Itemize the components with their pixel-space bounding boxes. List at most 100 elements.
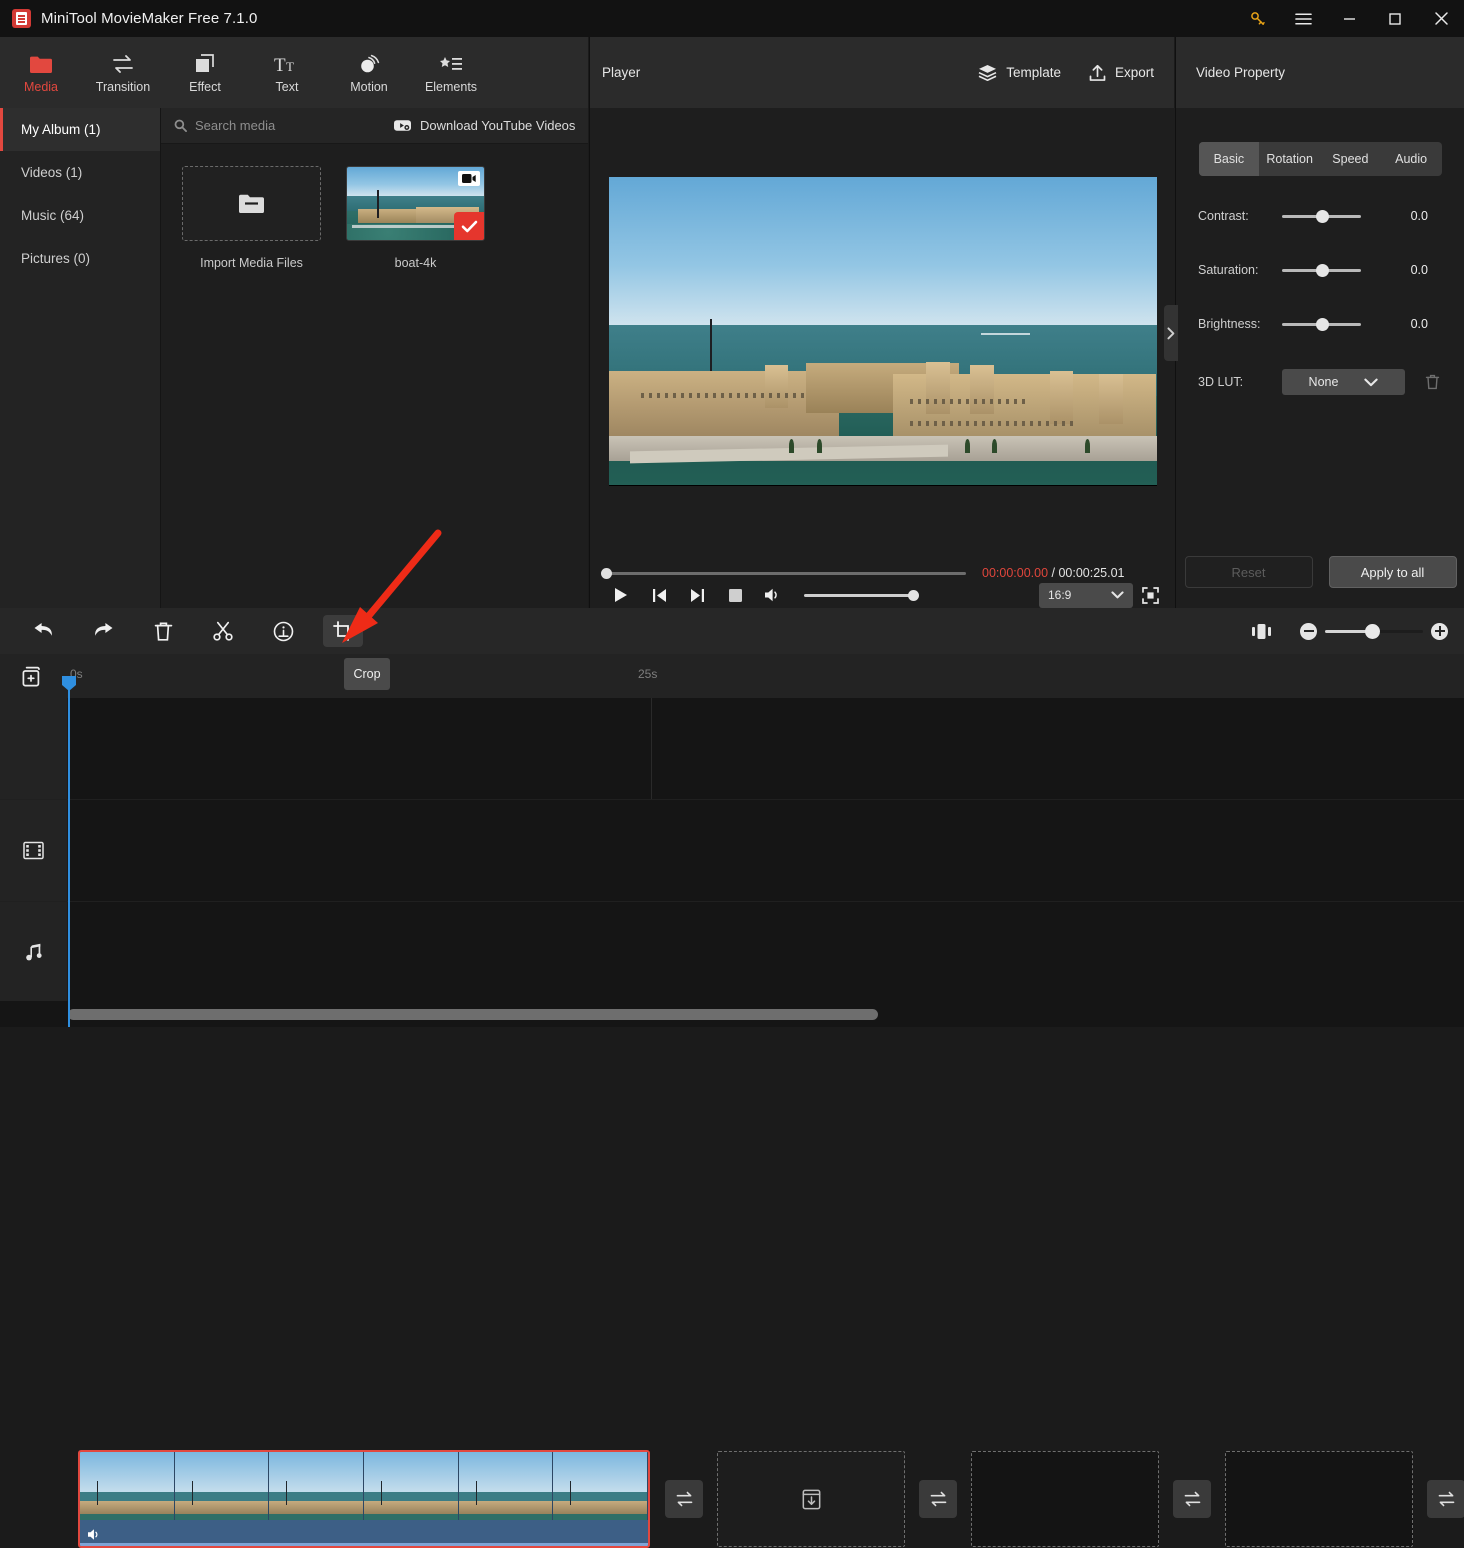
- play-button[interactable]: [602, 582, 640, 608]
- ribbon-tab-motion[interactable]: Motion: [328, 37, 410, 108]
- minimize-icon[interactable]: [1326, 0, 1372, 37]
- tab-speed[interactable]: Speed: [1320, 142, 1381, 176]
- album-item-pictures[interactable]: Pictures (0): [0, 237, 160, 280]
- key-icon[interactable]: [1234, 0, 1280, 37]
- split-button[interactable]: [203, 615, 243, 647]
- media-drop-slot-3[interactable]: [1225, 1451, 1413, 1547]
- video-frame: [608, 176, 1157, 486]
- transition-slot-1[interactable]: [665, 1480, 703, 1518]
- contrast-slider[interactable]: [1282, 209, 1361, 223]
- player-header: Player Template Export: [590, 37, 1174, 108]
- ribbon-tab-effect[interactable]: Effect: [164, 37, 246, 108]
- fit-timeline-icon[interactable]: [1244, 616, 1278, 646]
- aspect-ratio-value: 16:9: [1048, 588, 1072, 602]
- ribbon-tab-transition[interactable]: Transition: [82, 37, 164, 108]
- tab-rotation[interactable]: Rotation: [1259, 142, 1320, 176]
- close-icon[interactable]: [1418, 0, 1464, 37]
- album-item-videos[interactable]: Videos (1): [0, 151, 160, 194]
- editing-toolbar: [0, 608, 1464, 654]
- ribbon-tab-media[interactable]: Media: [0, 37, 82, 108]
- fullscreen-icon[interactable]: [1133, 582, 1167, 608]
- apply-label: Apply to all: [1360, 564, 1425, 580]
- seek-slider[interactable]: [601, 567, 966, 579]
- download-box-icon: [802, 1489, 821, 1510]
- text-track-row[interactable]: [0, 698, 1464, 800]
- ribbon-tab-elements[interactable]: Elements: [410, 37, 492, 108]
- brightness-handle[interactable]: [1316, 317, 1329, 331]
- trash-icon[interactable]: [1425, 374, 1440, 390]
- scrollbar-thumb[interactable]: [68, 1009, 878, 1020]
- lut-select[interactable]: None: [1282, 369, 1405, 395]
- media-drop-slot-2[interactable]: [971, 1451, 1159, 1547]
- stop-button[interactable]: [716, 582, 754, 608]
- album-label: Videos (1): [21, 165, 83, 180]
- import-media-files-button[interactable]: [182, 166, 321, 241]
- svg-text:T: T: [274, 55, 286, 74]
- timeline: 0s 25s: [0, 654, 1464, 1548]
- player-controls: 00:00:00.00 / 00:00:25.01 16:9: [590, 554, 1175, 608]
- seek-row: 00:00:00.00 / 00:00:25.01: [590, 562, 1175, 584]
- zoom-in-icon[interactable]: [1431, 622, 1448, 640]
- check-icon[interactable]: [454, 212, 484, 240]
- next-frame-button[interactable]: [678, 582, 716, 608]
- ribbon-tab-text[interactable]: T T Text: [246, 37, 328, 108]
- redo-button[interactable]: [83, 615, 123, 647]
- template-button[interactable]: Template: [978, 64, 1061, 81]
- export-button[interactable]: Export: [1089, 64, 1154, 82]
- media-thumbnail[interactable]: [346, 166, 485, 241]
- transition-arrows-icon: [111, 52, 135, 74]
- undo-button[interactable]: [23, 615, 63, 647]
- transition-slot-4[interactable]: [1427, 1480, 1464, 1518]
- add-track-icon[interactable]: [22, 666, 44, 687]
- saturation-slider[interactable]: [1282, 263, 1361, 277]
- volume-slider[interactable]: [804, 589, 919, 601]
- saturation-handle[interactable]: [1316, 263, 1329, 277]
- player-title: Player: [602, 65, 641, 80]
- album-item-my-album[interactable]: My Album (1): [0, 108, 160, 151]
- volume-handle[interactable]: [908, 589, 919, 601]
- maximize-icon[interactable]: [1372, 0, 1418, 37]
- video-track-row[interactable]: [0, 800, 1464, 902]
- tab-basic[interactable]: Basic: [1198, 142, 1260, 176]
- layers-square-icon: [194, 52, 216, 74]
- zoom-handle[interactable]: [1365, 623, 1380, 639]
- template-label: Template: [1006, 65, 1061, 80]
- ribbon-tabs: Media Transition Effect T T Text Motion …: [0, 37, 588, 108]
- playhead[interactable]: [62, 676, 76, 1027]
- video-preview-area[interactable]: [590, 108, 1175, 554]
- volume-button[interactable]: [754, 582, 792, 608]
- property-tabs: Basic Rotation Speed Audio: [1198, 142, 1442, 176]
- audio-track-row[interactable]: [0, 902, 1464, 1004]
- timeline-horizontal-scrollbar[interactable]: [0, 1001, 1464, 1027]
- reset-button[interactable]: Reset: [1184, 556, 1313, 588]
- aspect-ratio-select[interactable]: 16:9: [1039, 582, 1133, 608]
- previous-frame-button[interactable]: [640, 582, 678, 608]
- zoom-out-icon[interactable]: [1300, 622, 1317, 640]
- album-list: My Album (1) Videos (1) Music (64) Pictu…: [0, 108, 161, 608]
- menu-icon[interactable]: [1280, 0, 1326, 37]
- album-item-music[interactable]: Music (64): [0, 194, 160, 237]
- transition-slot-2[interactable]: [919, 1480, 957, 1518]
- seek-handle[interactable]: [601, 567, 612, 579]
- zoom-slider[interactable]: [1325, 623, 1423, 639]
- delete-button[interactable]: [143, 615, 183, 647]
- brightness-slider[interactable]: [1282, 317, 1361, 331]
- clip-thumbnail-strip: [80, 1452, 648, 1524]
- saturation-value: 0.0: [1410, 263, 1428, 277]
- download-youtube-videos-button[interactable]: Download YouTube Videos: [394, 118, 575, 133]
- clip-frame: [269, 1452, 365, 1524]
- crop-button[interactable]: [323, 615, 363, 647]
- chevron-right-icon[interactable]: [1164, 305, 1178, 361]
- text-tt-icon: T T: [274, 52, 300, 74]
- contrast-handle[interactable]: [1316, 209, 1329, 223]
- ruler-label-25s: 25s: [638, 667, 658, 681]
- search-input[interactable]: Search media: [174, 118, 364, 133]
- media-drop-slot-1[interactable]: [717, 1451, 905, 1547]
- speed-button[interactable]: [263, 615, 303, 647]
- tab-audio[interactable]: Audio: [1381, 142, 1442, 176]
- timeline-ruler[interactable]: 0s 25s: [68, 654, 1464, 698]
- speaker-icon[interactable]: [87, 1528, 102, 1541]
- transition-slot-3[interactable]: [1173, 1480, 1211, 1518]
- apply-to-all-button[interactable]: Apply to all: [1328, 556, 1457, 588]
- timeline-clip-boat-4k[interactable]: [78, 1450, 650, 1548]
